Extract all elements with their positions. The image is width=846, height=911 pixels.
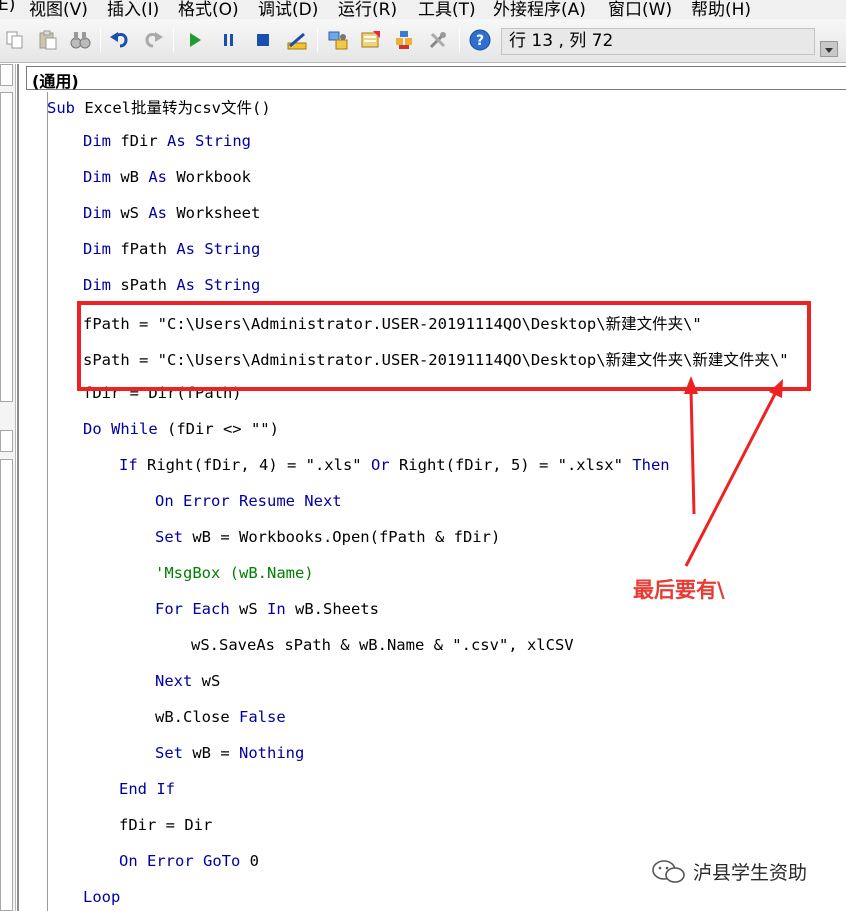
margin-indicator-bar[interactable] (30, 92, 48, 911)
menu-run[interactable]: 运行(R) (338, 0, 397, 19)
toolbar-separator (459, 28, 460, 52)
toolbar-options-chevron[interactable] (820, 41, 838, 57)
design-mode-icon[interactable] (285, 28, 309, 52)
toolbar-separator (173, 28, 174, 52)
redo-icon[interactable] (141, 28, 165, 52)
watermark: 泸县学生资助 (651, 858, 807, 885)
explorer-panel-tree[interactable] (0, 92, 13, 402)
code-line-22[interactable]: On Error GoTo 0 (119, 852, 259, 870)
code-line-3[interactable]: Dim wB As Workbook (83, 168, 251, 186)
menu-bar: E) 视图(V) 插入(I) 格式(O) 调试(D) 运行(R) 工具(T) 外… (0, 0, 846, 19)
code-line-17[interactable]: Next wS (155, 672, 220, 690)
project-explorer-icon[interactable] (326, 28, 350, 52)
menu-tools[interactable]: 工具(T) (418, 0, 476, 19)
toolbar-separator (317, 28, 318, 52)
menu-window[interactable]: 窗口(W) (608, 0, 672, 19)
code-line-15[interactable]: For Each wS In wB.Sheets (155, 600, 379, 618)
cursor-position-status: 行 13 , 列 72 (501, 28, 815, 55)
run-icon[interactable] (183, 28, 207, 52)
object-combobox-value: (通用) (32, 72, 79, 91)
wechat-icon (652, 859, 685, 883)
menu-help[interactable]: 帮助(H) (691, 0, 751, 19)
menu-view[interactable]: 视图(V) (29, 0, 88, 19)
code-line-6[interactable]: Dim sPath As String (83, 276, 260, 294)
code-line-text: Excel批量转为csv文件() (84, 99, 271, 117)
code-line-12[interactable]: On Error Resume Next (155, 492, 342, 510)
project-explorer-edge (0, 64, 16, 911)
code-line-11[interactable]: If Right(fDir, 4) = ".xls" Or Right(fDir… (119, 456, 670, 474)
watermark-text: 泸县学生资助 (693, 862, 808, 884)
menu-edit[interactable]: E) (0, 0, 15, 15)
svg-text:?: ? (476, 33, 484, 49)
object-browser-icon[interactable] (392, 28, 416, 52)
properties-icon[interactable] (359, 28, 383, 52)
menu-format[interactable]: 格式(O) (178, 0, 239, 19)
code-line-1[interactable]: Sub Excel批量转为csv文件() (47, 96, 271, 118)
explorer-panel-top (0, 64, 13, 86)
code-line-16[interactable]: wS.SaveAs sPath & wB.Name & ".csv", xlCS… (191, 636, 574, 654)
menu-insert[interactable]: 插入(I) (107, 0, 159, 19)
code-line-21[interactable]: fDir = Dir (119, 816, 212, 834)
code-line-10[interactable]: Do While (fDir <> "") (83, 420, 279, 438)
annotation-note: 最后要有\ (633, 578, 725, 602)
menu-debug[interactable]: 调试(D) (258, 0, 318, 19)
toolbox-icon[interactable] (426, 28, 450, 52)
standard-toolbar: ? 行 13 , 列 72 (0, 19, 846, 63)
code-line-23[interactable]: Loop (83, 888, 120, 906)
properties-panel-grid[interactable] (0, 459, 13, 911)
highlight-box (77, 301, 811, 391)
paste-icon[interactable] (36, 28, 60, 52)
undo-icon[interactable] (108, 28, 132, 52)
code-line-18[interactable]: wB.Close False (155, 708, 286, 726)
copy-icon[interactable] (3, 28, 27, 52)
code-line-20[interactable]: End If (119, 780, 175, 798)
code-line-19[interactable]: Set wB = Nothing (155, 744, 304, 762)
toolbar-separator (100, 28, 101, 52)
reset-icon[interactable] (251, 28, 275, 52)
find-icon[interactable] (68, 28, 92, 52)
break-icon[interactable] (217, 28, 241, 52)
code-line-13[interactable]: Set wB = Workbooks.Open(fPath & fDir) (155, 528, 500, 546)
code-line-14-comment[interactable]: 'MsgBox (wB.Name) (155, 564, 314, 582)
code-line-2[interactable]: Dim fDir As String (83, 132, 251, 150)
properties-panel-edge (0, 430, 13, 452)
code-line-4[interactable]: Dim wS As Worksheet (83, 204, 260, 222)
menu-addins[interactable]: 外接程序(A) (493, 0, 586, 19)
object-combobox[interactable]: (通用) (26, 66, 846, 91)
code-line-5[interactable]: Dim fPath As String (83, 240, 260, 258)
help-icon[interactable]: ? (468, 28, 492, 52)
